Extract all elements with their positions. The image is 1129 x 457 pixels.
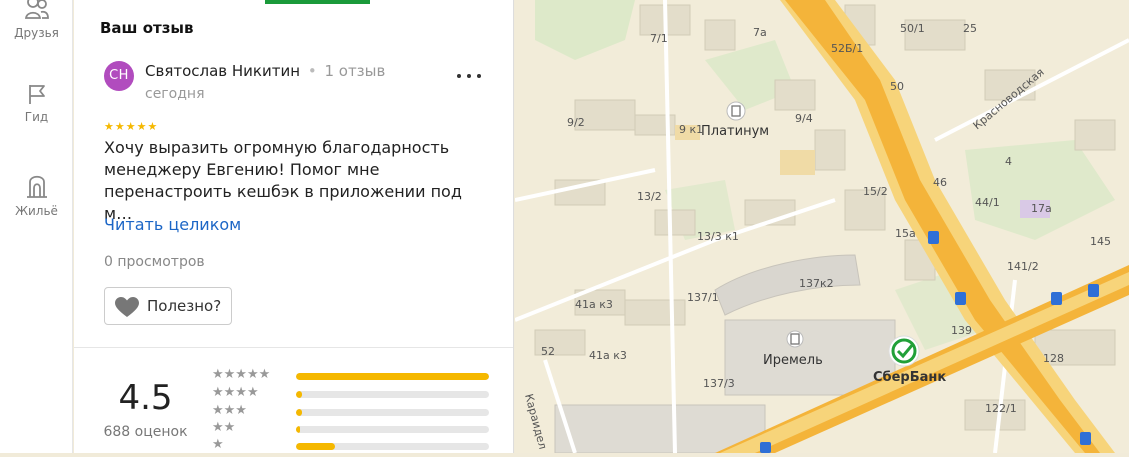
rating-value: 4.5 <box>118 378 173 418</box>
distribution-fill <box>296 409 302 416</box>
distribution-fill <box>296 426 300 433</box>
distribution-stars: ★★★★★ <box>212 367 271 382</box>
rating-distribution-row-4: ★★★★ <box>212 385 492 401</box>
building-label: 137/3 <box>703 377 735 390</box>
more-dot-icon <box>467 74 471 78</box>
author-name[interactable]: Святослав Никитин <box>145 62 300 80</box>
rating-distribution-row-1: ★ <box>212 437 492 453</box>
rating-distribution-row-3: ★★★ <box>212 403 492 419</box>
poi-label: Платинум <box>701 124 769 139</box>
views-count: 0 просмотров <box>104 254 205 270</box>
housing-icon <box>26 175 47 198</box>
building-label: 13/2 <box>637 190 662 203</box>
building-label: 52 <box>541 345 555 358</box>
more-dot-icon <box>457 74 461 78</box>
building-label: 141/2 <box>1007 260 1039 273</box>
review-text: Хочу выразить огромную благодарность мен… <box>104 138 462 223</box>
building-label: 7а <box>753 26 767 39</box>
author-review-count: 1 отзыв <box>324 62 386 80</box>
read-more-link[interactable]: Читать целиком <box>104 215 241 234</box>
more-dot-icon <box>477 74 481 78</box>
building-label: 15/2 <box>863 185 888 198</box>
useful-button[interactable]: Полезно? <box>104 287 232 325</box>
active-tab-indicator <box>265 0 370 4</box>
flag-icon <box>28 85 45 104</box>
distribution-track <box>296 391 489 398</box>
building-label: 128 <box>1043 352 1064 365</box>
building-label: 9/2 <box>567 116 585 129</box>
distribution-track <box>296 409 489 416</box>
building-label: 25 <box>963 22 977 35</box>
building-label: 50/1 <box>900 22 925 35</box>
building-label: 137/1 <box>687 291 719 304</box>
nav-item-guide[interactable]: Гид <box>0 82 73 124</box>
distribution-fill <box>296 373 489 380</box>
building-label: 44/1 <box>975 196 1000 209</box>
building-label: 41а к3 <box>575 298 613 311</box>
distribution-stars: ★ <box>212 437 224 452</box>
friends-icon <box>24 0 49 19</box>
building-label: 9 к1 <box>679 123 703 136</box>
building-label: 17а <box>1031 202 1052 215</box>
building-label: 50 <box>890 80 904 93</box>
section-divider <box>74 347 513 348</box>
building-label: 122/1 <box>985 402 1017 415</box>
building-label: 46 <box>933 176 947 189</box>
building-label: 139 <box>951 324 972 337</box>
poi-label: СберБанк <box>873 370 946 385</box>
nav-label-guide: Гид <box>24 110 49 124</box>
distribution-fill <box>296 443 335 450</box>
map-canvas[interactable]: Красноводская Караидел 7/1 7а 50/1 25 52… <box>514 0 1129 454</box>
building-label: 52Б/1 <box>831 42 863 55</box>
avatar[interactable]: СН <box>104 61 134 91</box>
distribution-stars: ★★★ <box>212 403 247 418</box>
left-nav: Друзья Гид Жильё <box>0 0 73 453</box>
rating-distribution-row-2: ★★ <box>212 420 492 436</box>
building-label: 137к2 <box>799 277 834 290</box>
panel-title: Ваш отзыв <box>100 19 194 37</box>
distribution-track <box>296 443 489 450</box>
building-label: 9/4 <box>795 112 813 125</box>
nav-item-friends[interactable]: Друзья <box>0 0 73 40</box>
building-label: 4 <box>1005 155 1012 168</box>
poi-label: Иремель <box>763 353 823 368</box>
author-separator: • <box>307 62 317 80</box>
building-label: 15а <box>895 227 916 240</box>
nav-label-housing: Жильё <box>15 204 58 218</box>
heart-icon <box>115 297 139 317</box>
building-label: 145 <box>1090 235 1111 248</box>
review-date: сегодня <box>145 86 205 102</box>
rating-distribution-row-5: ★★★★★ <box>212 367 492 383</box>
distribution-track <box>296 426 489 433</box>
distribution-track <box>296 373 489 380</box>
more-options-button[interactable] <box>455 66 483 86</box>
author-line: Святослав Никитин • 1 отзыв <box>145 62 385 80</box>
review-panel: Ваш отзыв СН Святослав Никитин • 1 отзыв… <box>74 0 514 453</box>
nav-item-housing[interactable]: Жильё <box>0 170 73 218</box>
review-rating-stars: ★★★★★ <box>104 120 159 133</box>
distribution-stars: ★★ <box>212 420 236 435</box>
distribution-stars: ★★★★ <box>212 385 259 400</box>
useful-label: Полезно? <box>147 297 222 315</box>
building-label: 13/3 к1 <box>697 230 739 243</box>
nav-label-friends: Друзья <box>14 26 59 40</box>
rating-count: 688 оценок <box>103 424 188 440</box>
distribution-fill <box>296 391 302 398</box>
building-label: 7/1 <box>650 32 668 45</box>
building-label: 41а к3 <box>589 349 627 362</box>
map-view[interactable]: Красноводская Караидел 7/1 7а 50/1 25 52… <box>514 0 1129 454</box>
